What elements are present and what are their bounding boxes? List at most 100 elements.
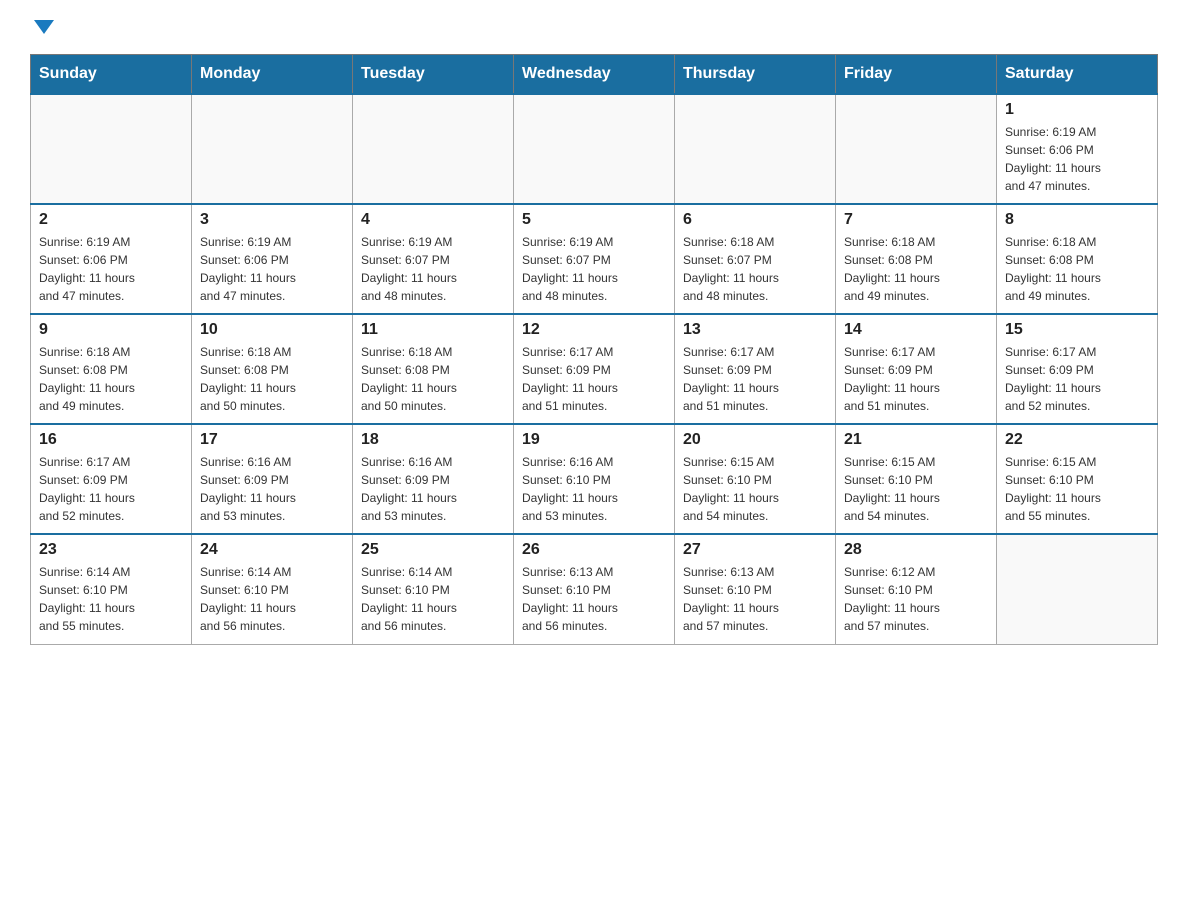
day-number: 28 <box>844 541 988 559</box>
calendar-cell: 13 Sunrise: 6:17 AMSunset: 6:09 PMDayligh… <box>675 314 836 424</box>
day-number: 25 <box>361 541 505 559</box>
header-thursday: Thursday <box>675 55 836 95</box>
calendar-cell: 8Sunrise: 6:18 AMSunset: 6:08 PMDaylight… <box>997 204 1158 314</box>
calendar-cell: 19 Sunrise: 6:16 AMSunset: 6:10 PMDayligh… <box>514 424 675 534</box>
day-number: 4 <box>361 211 505 229</box>
day-info: Sunrise: 6:19 AMSunset: 6:07 PMDaylight:… <box>361 233 505 305</box>
calendar-week-row: 9 Sunrise: 6:18 AMSunset: 6:08 PMDaylight… <box>31 314 1158 424</box>
day-info: Sunrise: 6:13 AMSunset: 6:10 PMDaylight:… <box>683 563 827 635</box>
calendar-cell: 12 Sunrise: 6:17 AMSunset: 6:09 PMDayligh… <box>514 314 675 424</box>
calendar-cell: 23Sunrise: 6:14 AMSunset: 6:10 PMDayligh… <box>31 534 192 644</box>
day-info: Sunrise: 6:17 AMSunset: 6:09 PMDaylight:… <box>522 343 666 415</box>
day-number: 20 <box>683 431 827 449</box>
day-number: 1 <box>1005 101 1149 119</box>
calendar-cell: 25 Sunrise: 6:14 AMSunset: 6:10 PMDayligh… <box>353 534 514 644</box>
day-info: Sunrise: 6:17 AMSunset: 6:09 PMDaylight:… <box>39 453 183 525</box>
calendar-week-row: 16 Sunrise: 6:17 AMSunset: 6:09 PMDayligh… <box>31 424 1158 534</box>
calendar-cell: 24 Sunrise: 6:14 AMSunset: 6:10 PMDayligh… <box>192 534 353 644</box>
day-info: Sunrise: 6:17 AMSunset: 6:09 PMDaylight:… <box>683 343 827 415</box>
day-info: Sunrise: 6:15 AMSunset: 6:10 PMDaylight:… <box>1005 453 1149 525</box>
day-number: 7 <box>844 211 988 229</box>
calendar-cell <box>675 94 836 204</box>
header-sunday: Sunday <box>31 55 192 95</box>
day-number: 12 <box>522 321 666 339</box>
calendar-cell: 15Sunrise: 6:17 AMSunset: 6:09 PMDayligh… <box>997 314 1158 424</box>
day-number: 10 <box>200 321 344 339</box>
calendar-cell: 14 Sunrise: 6:17 AMSunset: 6:09 PMDayligh… <box>836 314 997 424</box>
day-info: Sunrise: 6:16 AMSunset: 6:10 PMDaylight:… <box>522 453 666 525</box>
calendar-cell <box>997 534 1158 644</box>
calendar-cell <box>192 94 353 204</box>
day-info: Sunrise: 6:19 AMSunset: 6:06 PMDaylight:… <box>39 233 183 305</box>
day-info: Sunrise: 6:15 AMSunset: 6:10 PMDaylight:… <box>683 453 827 525</box>
day-number: 15 <box>1005 321 1149 339</box>
day-number: 24 <box>200 541 344 559</box>
header-saturday: Saturday <box>997 55 1158 95</box>
calendar-cell: 4 Sunrise: 6:19 AMSunset: 6:07 PMDaylight… <box>353 204 514 314</box>
day-info: Sunrise: 6:15 AMSunset: 6:10 PMDaylight:… <box>844 453 988 525</box>
day-info: Sunrise: 6:19 AMSunset: 6:06 PMDaylight:… <box>1005 123 1149 195</box>
day-info: Sunrise: 6:13 AMSunset: 6:10 PMDaylight:… <box>522 563 666 635</box>
day-info: Sunrise: 6:14 AMSunset: 6:10 PMDaylight:… <box>361 563 505 635</box>
day-number: 16 <box>39 431 183 449</box>
day-info: Sunrise: 6:18 AMSunset: 6:08 PMDaylight:… <box>200 343 344 415</box>
day-number: 13 <box>683 321 827 339</box>
day-number: 14 <box>844 321 988 339</box>
calendar-table: Sunday Monday Tuesday Wednesday Thursday… <box>30 54 1158 645</box>
calendar-cell: 7 Sunrise: 6:18 AMSunset: 6:08 PMDaylight… <box>836 204 997 314</box>
calendar-cell: 21 Sunrise: 6:15 AMSunset: 6:10 PMDayligh… <box>836 424 997 534</box>
calendar-cell: 28 Sunrise: 6:12 AMSunset: 6:10 PMDayligh… <box>836 534 997 644</box>
day-info: Sunrise: 6:18 AMSunset: 6:08 PMDaylight:… <box>844 233 988 305</box>
calendar-cell: 17 Sunrise: 6:16 AMSunset: 6:09 PMDayligh… <box>192 424 353 534</box>
calendar-header-row: Sunday Monday Tuesday Wednesday Thursday… <box>31 55 1158 95</box>
day-info: Sunrise: 6:14 AMSunset: 6:10 PMDaylight:… <box>200 563 344 635</box>
logo <box>30 20 70 34</box>
day-info: Sunrise: 6:16 AMSunset: 6:09 PMDaylight:… <box>361 453 505 525</box>
day-number: 3 <box>200 211 344 229</box>
day-number: 8 <box>1005 211 1149 229</box>
day-info: Sunrise: 6:12 AMSunset: 6:10 PMDaylight:… <box>844 563 988 635</box>
calendar-cell <box>514 94 675 204</box>
day-number: 9 <box>39 321 183 339</box>
calendar-cell: 22 Sunrise: 6:15 AMSunset: 6:10 PMDayligh… <box>997 424 1158 534</box>
day-number: 21 <box>844 431 988 449</box>
day-number: 17 <box>200 431 344 449</box>
calendar-cell: 6 Sunrise: 6:18 AMSunset: 6:07 PMDaylight… <box>675 204 836 314</box>
day-number: 23 <box>39 541 183 559</box>
day-info: Sunrise: 6:18 AMSunset: 6:07 PMDaylight:… <box>683 233 827 305</box>
calendar-cell: 2 Sunrise: 6:19 AMSunset: 6:06 PMDaylight… <box>31 204 192 314</box>
day-number: 2 <box>39 211 183 229</box>
calendar-cell: 26Sunrise: 6:13 AMSunset: 6:10 PMDayligh… <box>514 534 675 644</box>
header-wednesday: Wednesday <box>514 55 675 95</box>
calendar-cell: 18 Sunrise: 6:16 AMSunset: 6:09 PMDayligh… <box>353 424 514 534</box>
day-number: 5 <box>522 211 666 229</box>
calendar-cell <box>353 94 514 204</box>
logo-triangle-icon <box>34 20 54 34</box>
day-info: Sunrise: 6:18 AMSunset: 6:08 PMDaylight:… <box>361 343 505 415</box>
calendar-cell: 9 Sunrise: 6:18 AMSunset: 6:08 PMDaylight… <box>31 314 192 424</box>
calendar-cell <box>836 94 997 204</box>
page-header <box>30 20 1158 34</box>
day-info: Sunrise: 6:19 AMSunset: 6:06 PMDaylight:… <box>200 233 344 305</box>
calendar-cell: 20 Sunrise: 6:15 AMSunset: 6:10 PMDayligh… <box>675 424 836 534</box>
day-info: Sunrise: 6:17 AMSunset: 6:09 PMDaylight:… <box>844 343 988 415</box>
day-number: 6 <box>683 211 827 229</box>
day-number: 11 <box>361 321 505 339</box>
day-number: 18 <box>361 431 505 449</box>
day-info: Sunrise: 6:18 AMSunset: 6:08 PMDaylight:… <box>39 343 183 415</box>
header-tuesday: Tuesday <box>353 55 514 95</box>
calendar-week-row: 1 Sunrise: 6:19 AMSunset: 6:06 PMDaylight… <box>31 94 1158 204</box>
header-monday: Monday <box>192 55 353 95</box>
calendar-cell: 5 Sunrise: 6:19 AMSunset: 6:07 PMDaylight… <box>514 204 675 314</box>
day-info: Sunrise: 6:19 AMSunset: 6:07 PMDaylight:… <box>522 233 666 305</box>
day-number: 19 <box>522 431 666 449</box>
calendar-cell: 11 Sunrise: 6:18 AMSunset: 6:08 PMDayligh… <box>353 314 514 424</box>
calendar-cell: 27Sunrise: 6:13 AMSunset: 6:10 PMDayligh… <box>675 534 836 644</box>
day-number: 22 <box>1005 431 1149 449</box>
day-info: Sunrise: 6:16 AMSunset: 6:09 PMDaylight:… <box>200 453 344 525</box>
calendar-cell: 1 Sunrise: 6:19 AMSunset: 6:06 PMDaylight… <box>997 94 1158 204</box>
calendar-week-row: 23 Sunrise: 6:14 AMSunset: 6:10 PMDayligh… <box>31 534 1158 644</box>
header-friday: Friday <box>836 55 997 95</box>
calendar-cell: 16 Sunrise: 6:17 AMSunset: 6:09 PMDayligh… <box>31 424 192 534</box>
calendar-cell: 3 Sunrise: 6:19 AMSunset: 6:06 PMDaylight… <box>192 204 353 314</box>
